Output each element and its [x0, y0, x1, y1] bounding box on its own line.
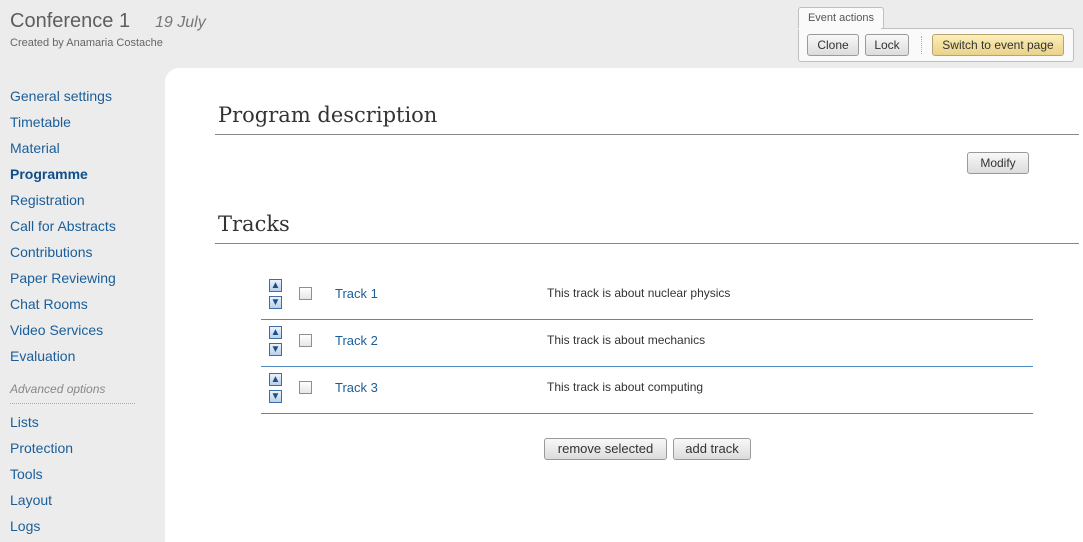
event-actions-label: Event actions: [798, 7, 884, 28]
track-description: This track is about computing: [547, 380, 704, 394]
sidebar-item-tools[interactable]: Tools: [10, 466, 43, 482]
tracks-title: Tracks: [218, 212, 290, 236]
track-description: This track is about mechanics: [547, 333, 706, 347]
track-name-link[interactable]: Track 1: [335, 286, 378, 301]
sidebar-item-layout[interactable]: Layout: [10, 492, 52, 508]
sidebar-item-paper-reviewing[interactable]: Paper Reviewing: [10, 270, 116, 286]
track-row: ▲ ▼ Track 2 This track is about mechanic…: [261, 320, 1033, 367]
sidebar-item-video-services[interactable]: Video Services: [10, 322, 103, 338]
sidebar-item-contributions[interactable]: Contributions: [10, 244, 93, 260]
conference-date: 19 July: [155, 14, 206, 31]
track-checkbox[interactable]: [299, 334, 312, 347]
track-checkbox[interactable]: [299, 287, 312, 300]
program-description-rule: [215, 134, 1079, 135]
move-up-icon[interactable]: ▲: [269, 279, 282, 292]
clone-button[interactable]: Clone: [807, 34, 859, 56]
sidebar-item-general-settings[interactable]: General settings: [10, 88, 112, 104]
add-track-button[interactable]: add track: [673, 438, 751, 460]
advanced-options-label: Advanced options: [10, 382, 106, 396]
sidebar-item-logs[interactable]: Logs: [10, 518, 40, 534]
sidebar-item-evaluation[interactable]: Evaluation: [10, 348, 75, 364]
track-row: ▲ ▼ Track 3 This track is about computin…: [261, 367, 1033, 414]
tracks-rule: [215, 243, 1079, 244]
event-actions-divider: [921, 36, 922, 54]
remove-selected-button[interactable]: remove selected: [544, 438, 667, 460]
track-name-link[interactable]: Track 2: [335, 333, 378, 348]
program-description-title: Program description: [218, 103, 438, 127]
sidebar-item-protection[interactable]: Protection: [10, 440, 73, 456]
modify-button[interactable]: Modify: [967, 152, 1029, 174]
sidebar-item-material[interactable]: Material: [10, 140, 60, 156]
sidebar-item-lists[interactable]: Lists: [10, 414, 39, 430]
event-actions-tab-join: [799, 27, 881, 30]
track-description: This track is about nuclear physics: [547, 286, 731, 300]
conference-creator: Created by Anamaria Costache: [10, 37, 163, 49]
lock-button[interactable]: Lock: [865, 34, 909, 56]
move-down-icon[interactable]: ▼: [269, 343, 282, 356]
switch-to-event-page-button[interactable]: Switch to event page: [932, 34, 1064, 56]
track-checkbox[interactable]: [299, 381, 312, 394]
sidebar-item-call-for-abstracts[interactable]: Call for Abstracts: [10, 218, 116, 234]
move-up-icon[interactable]: ▲: [269, 373, 282, 386]
advanced-options-divider: [10, 403, 135, 404]
conference-title: Conference 1: [10, 10, 131, 32]
sidebar-item-programme[interactable]: Programme: [10, 166, 88, 182]
track-name-link[interactable]: Track 3: [335, 380, 378, 395]
move-up-icon[interactable]: ▲: [269, 326, 282, 339]
track-row: ▲ ▼ Track 1 This track is about nuclear …: [261, 273, 1033, 320]
sidebar-item-chat-rooms[interactable]: Chat Rooms: [10, 296, 88, 312]
sidebar-item-registration[interactable]: Registration: [10, 192, 85, 208]
sidebar-item-timetable[interactable]: Timetable: [10, 114, 71, 130]
move-down-icon[interactable]: ▼: [269, 296, 282, 309]
move-down-icon[interactable]: ▼: [269, 390, 282, 403]
